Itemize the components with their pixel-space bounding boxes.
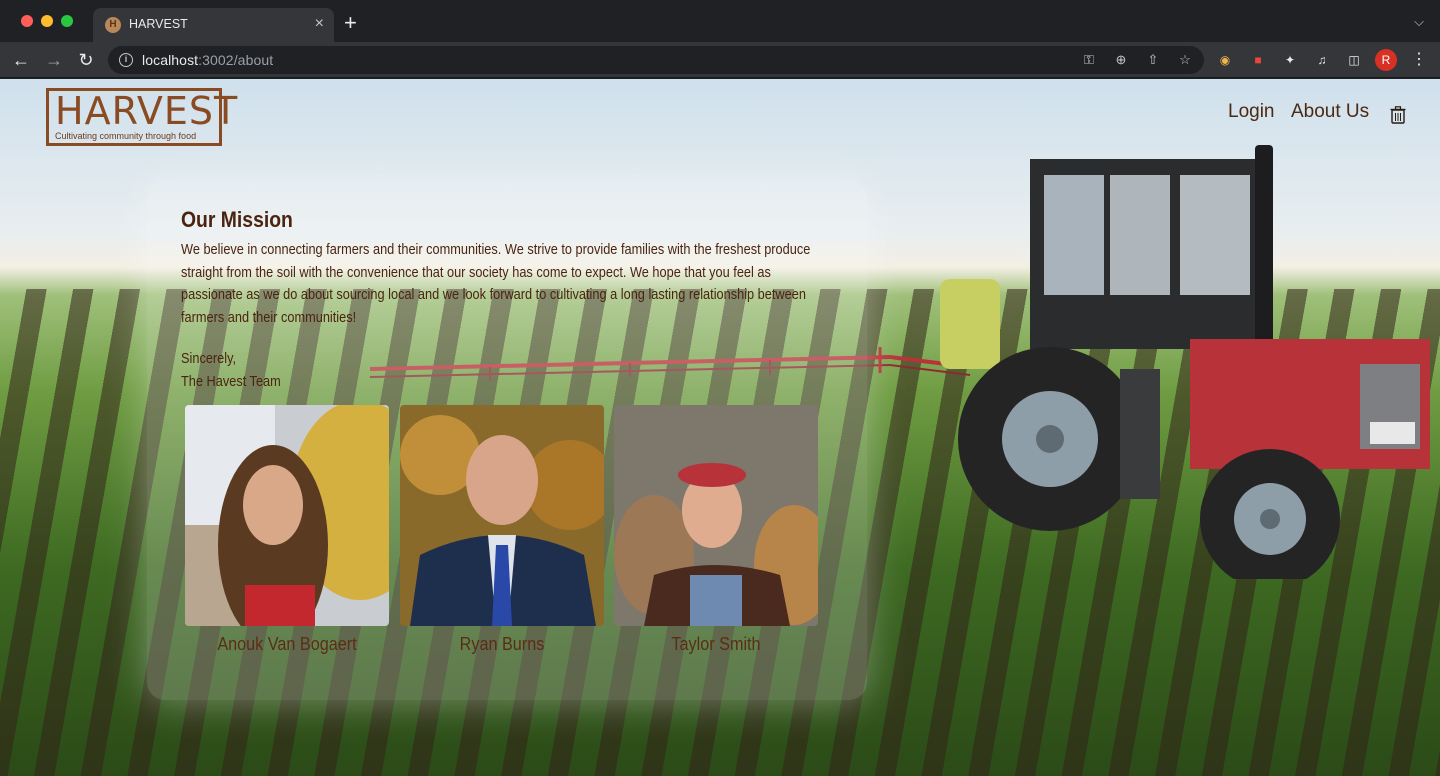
logo-tagline: Cultivating community through food	[55, 131, 197, 141]
favicon-icon: H	[105, 17, 121, 33]
reload-button[interactable]: ↻	[74, 48, 98, 72]
mission-signoff: Sincerely, The Havest Team	[181, 348, 281, 393]
team-photo-taylor	[614, 405, 818, 626]
nav-about-link[interactable]: About Us	[1291, 101, 1369, 123]
tab-search-chevron-icon[interactable]: ⌵	[1414, 14, 1424, 30]
browser-tab[interactable]: H HARVEST ×	[93, 8, 334, 42]
nav-login-link[interactable]: Login	[1228, 101, 1275, 123]
share-icon[interactable]: ⇧	[1144, 51, 1162, 69]
signoff-line: Sincerely,	[181, 351, 237, 367]
key-icon[interactable]: ⚿	[1080, 51, 1098, 69]
tab-title: HARVEST	[129, 17, 188, 31]
maximize-window-button[interactable]	[61, 15, 73, 27]
site-info-icon[interactable]: i	[119, 53, 133, 67]
page-viewport: HARVEST Cultivating community through fo…	[0, 79, 1440, 776]
mission-paragraph: We believe in connecting farmers and the…	[181, 242, 811, 326]
extension-red-icon[interactable]: ■	[1249, 51, 1267, 69]
browser-titlebar: H HARVEST × + ⌵	[0, 0, 1440, 42]
harvest-logo[interactable]: HARVEST Cultivating community through fo…	[46, 88, 239, 146]
close-window-button[interactable]	[21, 15, 33, 27]
side-panel-icon[interactable]: ◫	[1345, 51, 1363, 69]
address-bar[interactable]: i localhost:3002/about ⚿ ⊕ ⇧ ☆	[108, 46, 1204, 74]
team-name-anouk: Anouk Van Bogaert	[217, 634, 357, 654]
tab-close-icon[interactable]: ×	[315, 15, 324, 33]
url-text[interactable]: localhost:3002/about	[142, 52, 273, 68]
mission-heading: Our Mission	[181, 207, 293, 232]
profile-avatar[interactable]: R	[1375, 49, 1397, 71]
bookmark-star-icon[interactable]: ☆	[1176, 51, 1194, 69]
team-photo-ryan	[400, 405, 604, 626]
browser-menu-icon[interactable]: ⋮	[1410, 51, 1428, 69]
minimize-window-button[interactable]	[41, 15, 53, 27]
extension-owl-icon[interactable]: ◉	[1216, 51, 1234, 69]
forward-button[interactable]: →	[42, 48, 66, 72]
team-name-ryan: Ryan Burns	[459, 634, 545, 654]
media-queue-icon[interactable]: ♫	[1313, 51, 1331, 69]
signoff-team: The Havest Team	[181, 373, 281, 390]
browser-toolbar: ← → ↻ i localhost:3002/about ⚿ ⊕ ⇧ ☆ ◉ ■…	[0, 42, 1440, 78]
extensions-puzzle-icon[interactable]: ✦	[1281, 51, 1299, 69]
back-button[interactable]: ←	[9, 48, 33, 72]
zoom-icon[interactable]: ⊕	[1112, 51, 1130, 69]
team-name-taylor: Taylor Smith	[671, 634, 761, 654]
trash-can-icon[interactable]	[1390, 106, 1406, 124]
new-tab-button[interactable]: +	[344, 12, 357, 34]
tractor-image	[940, 145, 1430, 579]
logo-wordmark: HARVEST	[55, 89, 239, 133]
team-photo-anouk	[185, 405, 389, 626]
